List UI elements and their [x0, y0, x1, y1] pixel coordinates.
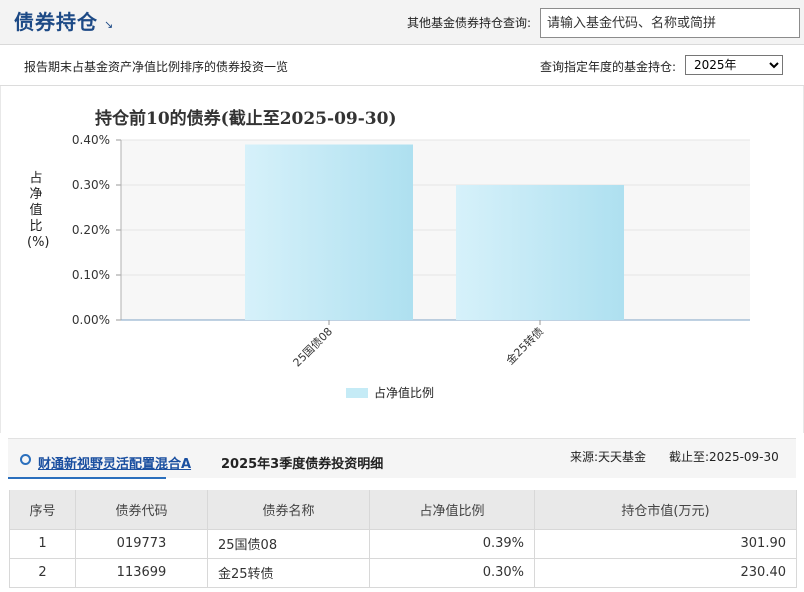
y-tick-label: 0.40%	[72, 133, 110, 147]
cell-bond-name: 金25转债	[207, 557, 370, 588]
cell-index: 1	[9, 528, 76, 559]
arrow-down-right-icon[interactable]: ↘	[104, 18, 113, 31]
column-header: 持仓市值(万元)	[534, 490, 797, 530]
chart-panel: 持仓前10的债券(截止至2025-09-30) 占净值比(%) 0.00% 0.1…	[0, 86, 804, 433]
other-fund-label: 其他基金债券持仓查询:	[407, 16, 532, 30]
x-tick-label: 金25转债	[503, 324, 546, 367]
section-subtitle: 报告期末占基金资产净值比例排序的债券投资一览	[24, 60, 289, 74]
y-tick-label: 0.10%	[72, 268, 110, 282]
cell-net-ratio: 0.39%	[369, 528, 535, 559]
table-header-row: 序号 债券代码 债券名称 占净值比例 持仓市值(万元)	[9, 490, 797, 530]
toolbar: 报告期末占基金资产净值比例排序的债券投资一览 查询指定年度的基金持仓: 2025…	[0, 46, 804, 86]
fund-name-link[interactable]: 财通新视野灵活配置混合A	[38, 453, 191, 472]
detail-title: 2025年3季度债券投资明细	[221, 457, 384, 472]
circle-bullet-icon	[20, 454, 31, 465]
chart-legend[interactable]: 占净值比例	[346, 384, 434, 401]
bar-chart: 0.00% 0.10% 0.20% 0.30% 0.40% 25国债08 金25转债	[72, 133, 750, 369]
detail-header: 财通新视野灵活配置混合A 2025年3季度债券投资明细 来源:天天基金 截止至:…	[8, 438, 796, 478]
column-header: 序号	[9, 490, 76, 530]
y-tick-label: 0.00%	[72, 313, 110, 327]
cell-bond-code: 113699	[75, 557, 208, 588]
page-title: 债券持仓	[14, 10, 98, 34]
fund-search-input[interactable]	[540, 8, 800, 38]
cell-net-ratio: 0.30%	[369, 557, 535, 588]
y-tick-label: 0.30%	[72, 178, 110, 192]
table-row: 1 019773 25国债08 0.39% 301.90	[9, 528, 797, 559]
cell-bond-code: 019773	[75, 528, 208, 559]
holdings-table: 序号 债券代码 债券名称 占净值比例 持仓市值(万元) 1 019773 25国…	[9, 490, 797, 588]
cutoff-date: 截止至:2025-09-30	[669, 450, 779, 464]
cell-market-value: 301.90	[534, 528, 797, 559]
data-source: 来源:天天基金	[570, 450, 647, 464]
detail-underline	[8, 477, 166, 479]
cell-bond-name: 25国债08	[207, 528, 370, 559]
legend-swatch	[346, 387, 368, 398]
bar	[456, 185, 624, 320]
year-select-label: 查询指定年度的基金持仓:	[540, 60, 677, 74]
column-header: 债券名称	[207, 490, 370, 530]
cell-market-value: 230.40	[534, 557, 797, 588]
table-row: 2 113699 金25转债 0.30% 230.40	[9, 557, 797, 588]
cell-index: 2	[9, 557, 76, 588]
column-header: 占净值比例	[369, 490, 535, 530]
x-tick-label: 25国债08	[290, 324, 335, 369]
year-select[interactable]: 2025年	[685, 55, 783, 75]
column-header: 债券代码	[75, 490, 208, 530]
page-header: 债券持仓 ↘ 其他基金债券持仓查询:	[0, 0, 804, 45]
legend-label: 占净值比例	[374, 386, 435, 400]
y-tick-label: 0.20%	[72, 223, 110, 237]
bar	[245, 144, 413, 320]
